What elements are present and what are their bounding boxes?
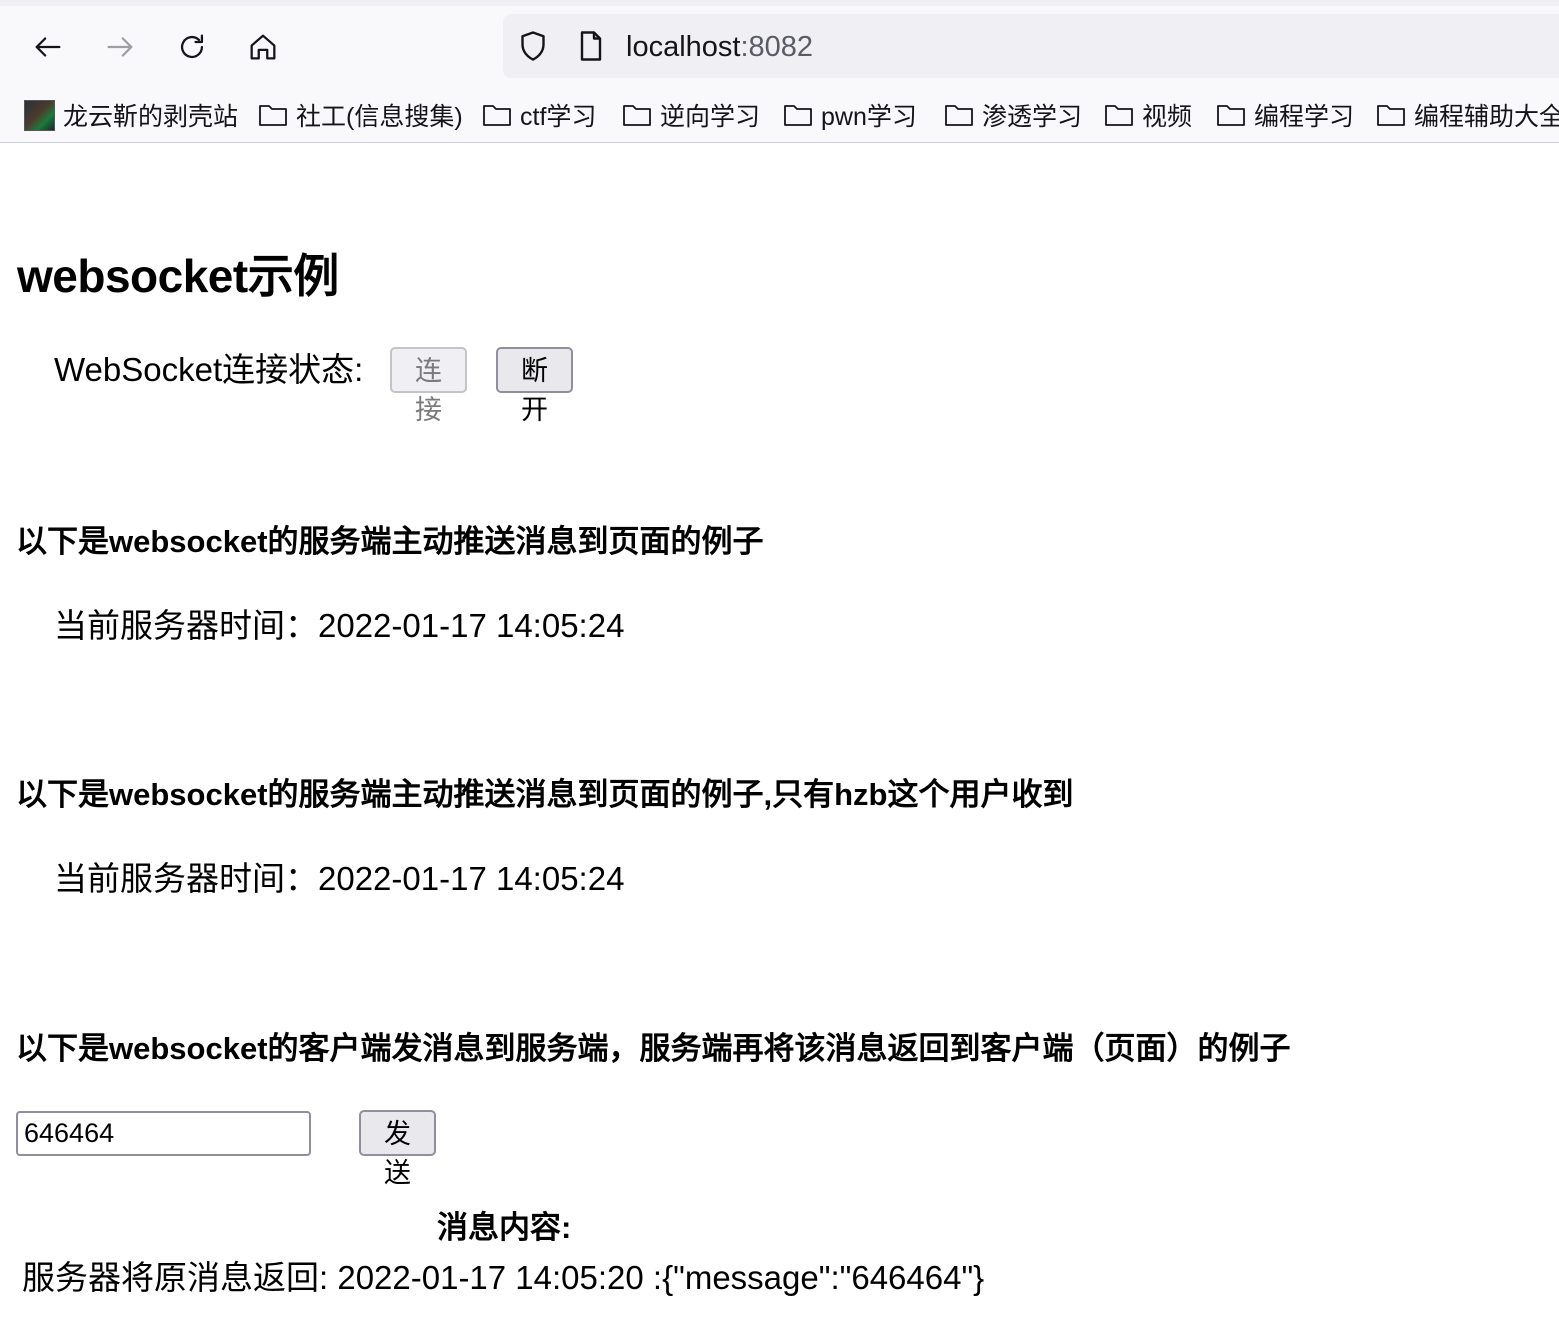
- folder-icon: [784, 105, 812, 126]
- bookmark-folder[interactable]: 视频: [1104, 94, 1192, 136]
- message-input[interactable]: [16, 1111, 311, 1156]
- send-button[interactable]: 发送: [359, 1110, 436, 1188]
- bookmark-folder[interactable]: pwn学习: [783, 94, 917, 136]
- back-arrow-icon: [35, 37, 61, 57]
- bookmark-item[interactable]: 龙云靳的剥壳站: [24, 94, 238, 136]
- connection-status-row: WebSocket连接状态:: [54, 346, 363, 394]
- bookmark-label: 视频: [1142, 103, 1193, 131]
- reload-icon: [180, 34, 204, 59]
- url-port: :8082: [740, 31, 814, 63]
- folder-icon: [483, 105, 511, 126]
- user-section-heading: 以下是websocket的服务端主动推送消息到页面的例子,只有hzb这个用户收到: [16, 777, 1074, 812]
- bookmark-folder[interactable]: 编程辅助大全: [1376, 94, 1559, 136]
- forward-arrow-icon: [107, 37, 133, 57]
- bookmark-label: 渗透学习: [982, 103, 1083, 131]
- tab-strip-edge: [0, 0, 1559, 6]
- connect-button[interactable]: 连接: [390, 347, 467, 425]
- page-info-icon[interactable]: [573, 28, 609, 64]
- bookmark-label: 社工(信息搜集): [296, 103, 463, 131]
- message-content-title: 消息内容:: [437, 1210, 572, 1245]
- user-server-time: 当前服务器时间：2022-01-17 14:05:24: [54, 860, 625, 897]
- folder-icon: [1105, 105, 1133, 126]
- echo-section-heading: 以下是websocket的客户端发消息到服务端，服务端再将该消息返回到客户端（页…: [16, 1031, 1291, 1066]
- folder-icon: [945, 105, 973, 126]
- url-host: localhost: [626, 31, 741, 63]
- bookmark-label: 龙云靳的剥壳站: [63, 103, 239, 131]
- bookmark-folder[interactable]: 逆向学习: [622, 94, 760, 136]
- shield-icon[interactable]: [515, 28, 551, 64]
- disconnect-button[interactable]: 断开: [496, 347, 573, 425]
- folder-icon: [1377, 105, 1405, 126]
- reload-button[interactable]: [171, 26, 213, 68]
- url-text[interactable]: localhost:8082: [626, 29, 813, 65]
- bookmark-folder[interactable]: 编程学习: [1216, 94, 1354, 136]
- site-avatar-icon: [24, 99, 55, 131]
- folder-icon: [259, 105, 287, 126]
- bookmark-label: 编程学习: [1254, 103, 1355, 131]
- broadcast-section-heading: 以下是websocket的服务端主动推送消息到页面的例子: [16, 524, 764, 559]
- bookmark-label: ctf学习: [520, 103, 597, 131]
- folder-icon: [623, 105, 651, 126]
- message-content-body: 服务器将原消息返回: 2022-01-17 14:05:20 :{"messag…: [22, 1259, 985, 1296]
- page-content: websocket示例 WebSocket连接状态: 连接 断开 以下是webs…: [0, 144, 1559, 1338]
- bookmark-folder[interactable]: ctf学习: [482, 94, 596, 136]
- bookmark-label: 逆向学习: [660, 103, 761, 131]
- home-icon: [250, 34, 276, 60]
- bookmark-folder[interactable]: 社工(信息搜集): [258, 94, 463, 136]
- bookmark-folder[interactable]: 渗透学习: [944, 94, 1082, 136]
- forward-button[interactable]: [99, 26, 141, 68]
- home-button[interactable]: [242, 26, 284, 68]
- back-button[interactable]: [27, 26, 69, 68]
- browser-chrome: localhost:8082 龙云靳的剥壳站 社工(信息搜集) ctf学习 逆向…: [0, 0, 1559, 143]
- broadcast-server-time: 当前服务器时间：2022-01-17 14:05:24: [54, 607, 625, 644]
- bookmarks-bar: 龙云靳的剥壳站 社工(信息搜集) ctf学习 逆向学习 pwn学习 渗透学习 视…: [0, 94, 1559, 136]
- folder-icon: [1217, 105, 1245, 126]
- connection-status-label: WebSocket连接状态:: [54, 351, 364, 388]
- bookmark-label: 编程辅助大全: [1414, 103, 1559, 131]
- page-title: websocket示例: [17, 250, 339, 302]
- bookmark-label: pwn学习: [821, 103, 917, 131]
